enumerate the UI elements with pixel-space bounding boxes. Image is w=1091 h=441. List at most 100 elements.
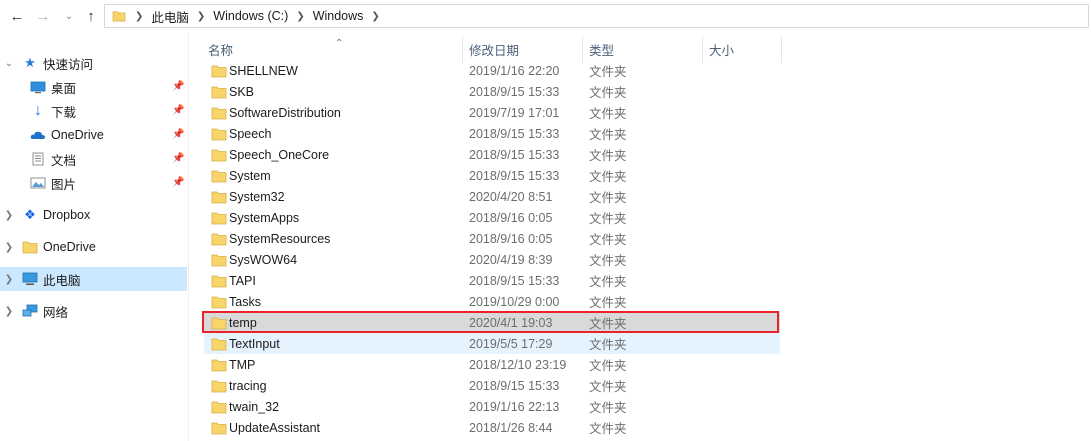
table-row[interactable]: UpdateAssistant 2018/1/26 8:44 文件夹 xyxy=(204,417,780,438)
file-name: System32 xyxy=(229,189,285,204)
chevron-down-icon[interactable]: ⌄ xyxy=(4,58,14,69)
table-row[interactable]: twain_32 2019/1/16 22:13 文件夹 xyxy=(204,396,780,417)
file-type: 文件夹 xyxy=(589,170,627,184)
file-list: 名称 ⌃ 修改日期 类型 大小 SHELLNEW 2019/1/16 22:20 文… xyxy=(200,33,1091,441)
file-name: UpdateAssistant xyxy=(229,420,321,435)
pin-icon[interactable]: 📌 xyxy=(172,129,184,141)
sidebar-item-network[interactable]: ❯ 网络 xyxy=(0,299,187,323)
sort-ascending-icon: ⌃ xyxy=(335,38,344,49)
file-name: System xyxy=(229,168,271,183)
file-date: 2020/4/19 8:39 xyxy=(469,252,553,267)
sidebar-item-desktop[interactable]: 桌面 📌 xyxy=(0,75,187,99)
pin-icon[interactable]: 📌 xyxy=(172,153,184,165)
column-header-name[interactable]: 名称 ⌃ xyxy=(208,38,468,59)
folder-icon xyxy=(211,128,227,140)
sidebar-item-downloads[interactable]: ↓ 下载 📌 xyxy=(0,99,187,123)
chevron-right-icon[interactable]: ❯ xyxy=(296,11,304,22)
file-date: 2020/4/20 8:51 xyxy=(469,189,553,204)
folder-icon xyxy=(211,275,227,287)
table-row[interactable]: TMP 2018/12/10 23:19 文件夹 xyxy=(204,354,780,375)
table-row[interactable]: Speech_OneCore 2018/9/15 15:33 文件夹 xyxy=(204,144,780,165)
sidebar-item-this-pc[interactable]: ❯ 此电脑 xyxy=(0,267,187,291)
column-header-label: 修改日期 xyxy=(469,43,520,58)
table-row[interactable]: SKB 2018/9/15 15:33 文件夹 xyxy=(204,81,780,102)
file-type: 文件夹 xyxy=(589,338,627,352)
sidebar-item-pictures[interactable]: 图片 📌 xyxy=(0,171,187,195)
sidebar-item-onedrive-quick[interactable]: OneDrive 📌 xyxy=(0,123,187,147)
file-type: 文件夹 xyxy=(589,128,627,142)
breadcrumb-drive-c[interactable]: Windows (C:) xyxy=(213,9,288,23)
file-name: TAPI xyxy=(229,273,256,288)
sidebar-item-onedrive[interactable]: ❯ OneDrive xyxy=(0,235,187,259)
file-type: 文件夹 xyxy=(589,212,627,226)
back-arrow-icon[interactable]: ← xyxy=(8,7,26,25)
chevron-right-icon[interactable]: ❯ xyxy=(197,11,205,22)
chevron-right-icon[interactable]: ❯ xyxy=(371,11,379,22)
download-icon: ↓ xyxy=(34,102,42,119)
chevron-right-icon[interactable]: ❯ xyxy=(135,11,143,22)
sidebar-item-label: OneDrive xyxy=(51,128,104,142)
table-row[interactable]: TextInput 2019/5/5 17:29 文件夹 xyxy=(204,333,780,354)
folder-icon xyxy=(211,170,227,182)
folder-icon xyxy=(211,212,227,224)
table-row[interactable]: SystemResources 2018/9/16 0:05 文件夹 xyxy=(204,228,780,249)
column-header-type[interactable]: 类型 xyxy=(589,39,699,59)
address-bar[interactable]: ❯ 此电脑 ❯ Windows (C:) ❯ Windows ❯ xyxy=(104,4,1089,28)
table-row[interactable]: SystemApps 2018/9/16 0:05 文件夹 xyxy=(204,207,780,228)
table-row[interactable]: Tasks 2019/10/29 0:00 文件夹 xyxy=(204,291,780,312)
file-date: 2018/1/26 8:44 xyxy=(469,420,553,435)
file-type: 文件夹 xyxy=(589,107,627,121)
chevron-right-icon[interactable]: ❯ xyxy=(4,274,14,285)
file-type: 文件夹 xyxy=(589,191,627,205)
desktop-icon xyxy=(30,81,46,94)
breadcrumb-windows[interactable]: Windows xyxy=(313,9,364,23)
up-arrow-icon[interactable]: ↑ xyxy=(82,7,100,25)
file-date: 2019/1/16 22:13 xyxy=(469,399,560,414)
table-row[interactable]: tracing 2018/9/15 15:33 文件夹 xyxy=(204,375,780,396)
folder-icon xyxy=(211,338,227,350)
pin-icon[interactable]: 📌 xyxy=(172,105,184,117)
file-type: 文件夹 xyxy=(589,149,627,163)
sidebar-item-quick-access[interactable]: ⌄ ★ 快速访问 xyxy=(0,51,187,75)
file-date: 2019/10/29 0:00 xyxy=(469,294,560,309)
file-date: 2019/5/5 17:29 xyxy=(469,336,553,351)
column-divider[interactable] xyxy=(781,37,782,63)
sidebar-item-documents[interactable]: 文档 📌 xyxy=(0,147,187,171)
file-date: 2018/12/10 23:19 xyxy=(469,357,567,372)
table-row[interactable]: SHELLNEW 2019/1/16 22:20 文件夹 xyxy=(204,60,780,81)
file-type: 文件夹 xyxy=(589,422,627,436)
folder-icon xyxy=(211,296,227,308)
table-row[interactable]: Speech 2018/9/15 15:33 文件夹 xyxy=(204,123,780,144)
cloud-icon xyxy=(30,131,45,139)
folder-icon xyxy=(211,380,227,392)
file-type: 文件夹 xyxy=(589,65,627,79)
file-date: 2018/9/15 15:33 xyxy=(469,168,560,183)
chevron-right-icon[interactable]: ❯ xyxy=(4,242,14,253)
file-date: 2018/9/15 15:33 xyxy=(469,147,560,162)
dropbox-icon: ❖ xyxy=(24,207,36,222)
sidebar-item-dropbox[interactable]: ❯ ❖ Dropbox xyxy=(0,203,187,227)
sidebar-item-label: 文档 xyxy=(51,153,77,168)
file-name: SystemApps xyxy=(229,210,300,225)
file-type: 文件夹 xyxy=(589,380,627,394)
chevron-right-icon[interactable]: ❯ xyxy=(4,306,14,317)
table-row[interactable]: SoftwareDistribution 2019/7/19 17:01 文件夹 xyxy=(204,102,780,123)
column-header-date[interactable]: 修改日期 xyxy=(469,39,579,59)
pin-icon[interactable]: 📌 xyxy=(172,177,184,189)
file-name: SysWOW64 xyxy=(229,252,298,267)
file-type: 文件夹 xyxy=(589,401,627,415)
file-name: TMP xyxy=(229,357,256,372)
chevron-right-icon[interactable]: ❯ xyxy=(4,210,14,221)
table-row[interactable]: System 2018/9/15 15:33 文件夹 xyxy=(204,165,780,186)
file-type: 文件夹 xyxy=(589,86,627,100)
column-header-size[interactable]: 大小 xyxy=(709,39,779,59)
recent-locations-chevron-icon[interactable]: ⌄ xyxy=(60,7,78,25)
breadcrumb-this-pc[interactable]: 此电脑 xyxy=(151,7,189,26)
table-row[interactable]: TAPI 2018/9/15 15:33 文件夹 xyxy=(204,270,780,291)
forward-arrow-icon[interactable]: → xyxy=(34,7,52,25)
table-row[interactable]: SysWOW64 2020/4/19 8:39 文件夹 xyxy=(204,249,780,270)
highlight-annotation xyxy=(202,311,779,333)
pin-icon[interactable]: 📌 xyxy=(172,81,184,93)
table-row[interactable]: System32 2020/4/20 8:51 文件夹 xyxy=(204,186,780,207)
sidebar-item-label: 网络 xyxy=(43,305,69,320)
